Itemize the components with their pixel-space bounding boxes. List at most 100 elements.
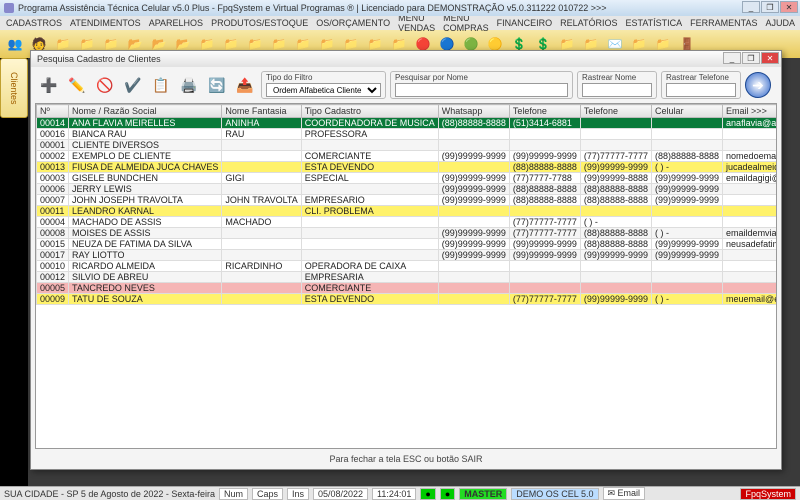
table-row[interactable]: 00014ANA FLAVIA MEIRELLESANINHACOORDENAD… — [37, 118, 778, 129]
table-cell: 00010 — [37, 261, 69, 272]
column-header[interactable]: Tipo Cadastro — [301, 105, 438, 118]
menu-estatistica[interactable]: ESTATÍSTICA — [626, 18, 683, 28]
new-icon[interactable]: ➕ — [37, 73, 61, 97]
filter-box: Tipo do Filtro Ordem Alfabetica Cliente — [261, 71, 386, 99]
menu-relatorios[interactable]: RELATÓRIOS — [560, 18, 617, 28]
menu-financeiro[interactable]: FINANCEIRO — [497, 18, 553, 28]
menu-ajuda[interactable]: AJUDA — [766, 18, 796, 28]
copy-icon[interactable]: 📋 — [149, 73, 173, 97]
table-row[interactable]: 00016BIANCA RAURAUPROFESSORA — [37, 129, 778, 140]
menu-produtos[interactable]: PRODUTOS/ESTOQUE — [211, 18, 308, 28]
menu-atendimentos[interactable]: ATENDIMENTOS — [70, 18, 141, 28]
table-cell — [651, 206, 722, 217]
table-cell — [723, 184, 777, 195]
table-cell — [651, 261, 722, 272]
table-cell — [301, 250, 438, 261]
table-cell — [723, 129, 777, 140]
table-cell: 00008 — [37, 228, 69, 239]
maximize-button[interactable]: ❐ — [761, 1, 779, 13]
column-header[interactable]: Nome / Razão Social — [69, 105, 222, 118]
table-row[interactable]: 00003GISELE BUNDCHENGIGIESPECIAL(99)9999… — [37, 173, 778, 184]
menu-aparelhos[interactable]: APARELHOS — [149, 18, 203, 28]
column-header[interactable]: Nº — [37, 105, 69, 118]
table-row[interactable]: 00017RAY LIOTTO(99)99999-9999(99)99999-9… — [37, 250, 778, 261]
table-cell: 00009 — [37, 294, 69, 305]
table-row[interactable]: 00005TANCREDO NEVESCOMERCIANTE — [37, 283, 778, 294]
dialog-maximize[interactable]: ❐ — [742, 52, 760, 64]
dialog-close[interactable]: ✕ — [761, 52, 779, 64]
table-cell — [580, 140, 651, 151]
filter-select[interactable]: Ordem Alfabetica Cliente — [266, 83, 381, 97]
menu-vendas[interactable]: MENU VENDAS — [398, 13, 435, 33]
table-row[interactable]: 00009TATU DE SOUZAESTA DEVENDO(77)77777-… — [37, 294, 778, 305]
column-header[interactable]: Email >>> — [723, 105, 777, 118]
table-row[interactable]: 00008MOISES DE ASSIS(99)99999-9999(77)77… — [37, 228, 778, 239]
table-cell — [723, 272, 777, 283]
table-cell: (99)99999-9999 — [438, 250, 509, 261]
table-row[interactable]: 00002EXEMPLO DE CLIENTECOMERCIANTE(99)99… — [37, 151, 778, 162]
table-cell: (99)99999-9999 — [651, 239, 722, 250]
table-row[interactable]: 00006JERRY LEWIS(99)99999-9999(88)88888-… — [37, 184, 778, 195]
table-cell: CLI. PROBLEMA — [301, 206, 438, 217]
table-row[interactable]: 00004MACHADO DE ASSISMACHADO(77)77777-77… — [37, 217, 778, 228]
dialog-title: Pesquisa Cadastro de Clientes — [37, 54, 161, 64]
track-name-input[interactable] — [582, 83, 652, 97]
table-cell: MOISES DE ASSIS — [69, 228, 222, 239]
table-cell — [723, 195, 777, 206]
side-tab-clientes[interactable]: Clientes — [0, 58, 28, 118]
table-cell: 00001 — [37, 140, 69, 151]
table-cell: ( ) - — [580, 217, 651, 228]
export-icon[interactable]: 📤 — [233, 73, 257, 97]
menu-ferramentas[interactable]: FERRAMENTAS — [690, 18, 757, 28]
status-master: MASTER — [459, 488, 507, 500]
status-email[interactable]: ✉ Email — [603, 487, 646, 500]
table-cell — [509, 140, 580, 151]
column-header[interactable]: Nome Fantasia — [222, 105, 301, 118]
close-button[interactable]: ✕ — [780, 1, 798, 13]
menu-cadastros[interactable]: CADASTROS — [6, 18, 62, 28]
column-header[interactable]: Telefone — [509, 105, 580, 118]
table-cell: FIUSA DE ALMEIDA JUCA CHAVES — [69, 162, 222, 173]
edit-icon[interactable]: ✏️ — [65, 73, 89, 97]
column-header[interactable]: Telefone — [580, 105, 651, 118]
table-cell — [301, 228, 438, 239]
dialog-minimize[interactable]: _ — [723, 52, 741, 64]
table-row[interactable]: 00013FIUSA DE ALMEIDA JUCA CHAVESESTA DE… — [37, 162, 778, 173]
go-button[interactable]: ➔ — [745, 72, 771, 98]
table-cell: TATU DE SOUZA — [69, 294, 222, 305]
table-cell: ESPECIAL — [301, 173, 438, 184]
table-cell: ANA FLAVIA MEIRELLES — [69, 118, 222, 129]
table-cell: COMERCIANTE — [301, 151, 438, 162]
search-input[interactable] — [395, 83, 568, 97]
table-row[interactable]: 00011LEANDRO KARNALCLI. PROBLEMA — [37, 206, 778, 217]
print-icon[interactable]: 🖨️ — [177, 73, 201, 97]
status-fpq[interactable]: FpqSystem — [740, 488, 796, 500]
menu-os[interactable]: OS/ORÇAMENTO — [316, 18, 390, 28]
tool-icon-1[interactable]: 👥 — [4, 33, 26, 55]
table-row[interactable]: 00001CLIENTE DIVERSOS — [37, 140, 778, 151]
table-cell: 00003 — [37, 173, 69, 184]
table-cell: (88)88888-8888 — [509, 184, 580, 195]
table-cell: (99)99999-9999 — [438, 173, 509, 184]
filter-label: Tipo do Filtro — [266, 73, 381, 82]
table-cell: TANCREDO NEVES — [69, 283, 222, 294]
table-row[interactable]: 00010RICARDO ALMEIDARICARDINHOOPERADORA … — [37, 261, 778, 272]
menu-compras[interactable]: MENU COMPRAS — [443, 13, 489, 33]
minimize-button[interactable]: _ — [742, 1, 760, 13]
delete-icon[interactable]: 🚫 — [93, 73, 117, 97]
results-table: NºNome / Razão SocialNome FantasiaTipo C… — [36, 104, 777, 305]
table-cell — [723, 206, 777, 217]
table-cell: RAU — [222, 129, 301, 140]
table-cell: (99)99999-9999 — [580, 162, 651, 173]
table-cell: 00014 — [37, 118, 69, 129]
table-row[interactable]: 00012SILVIO DE ABREUEMPRESARIA — [37, 272, 778, 283]
column-header[interactable]: Celular — [651, 105, 722, 118]
refresh-icon[interactable]: 🔄 — [205, 73, 229, 97]
table-row[interactable]: 00007JOHN JOSEPH TRAVOLTAJOHN TRAVOLTAEM… — [37, 195, 778, 206]
column-header[interactable]: Whatsapp — [438, 105, 509, 118]
table-row[interactable]: 00015NEUZA DE FATIMA DA SILVA(99)99999-9… — [37, 239, 778, 250]
track-phone-input[interactable] — [666, 83, 736, 97]
results-grid[interactable]: NºNome / Razão SocialNome FantasiaTipo C… — [35, 103, 777, 449]
status-location: SUA CIDADE - SP 5 de Agosto de 2022 - Se… — [4, 489, 215, 499]
save-icon[interactable]: ✔️ — [121, 73, 145, 97]
